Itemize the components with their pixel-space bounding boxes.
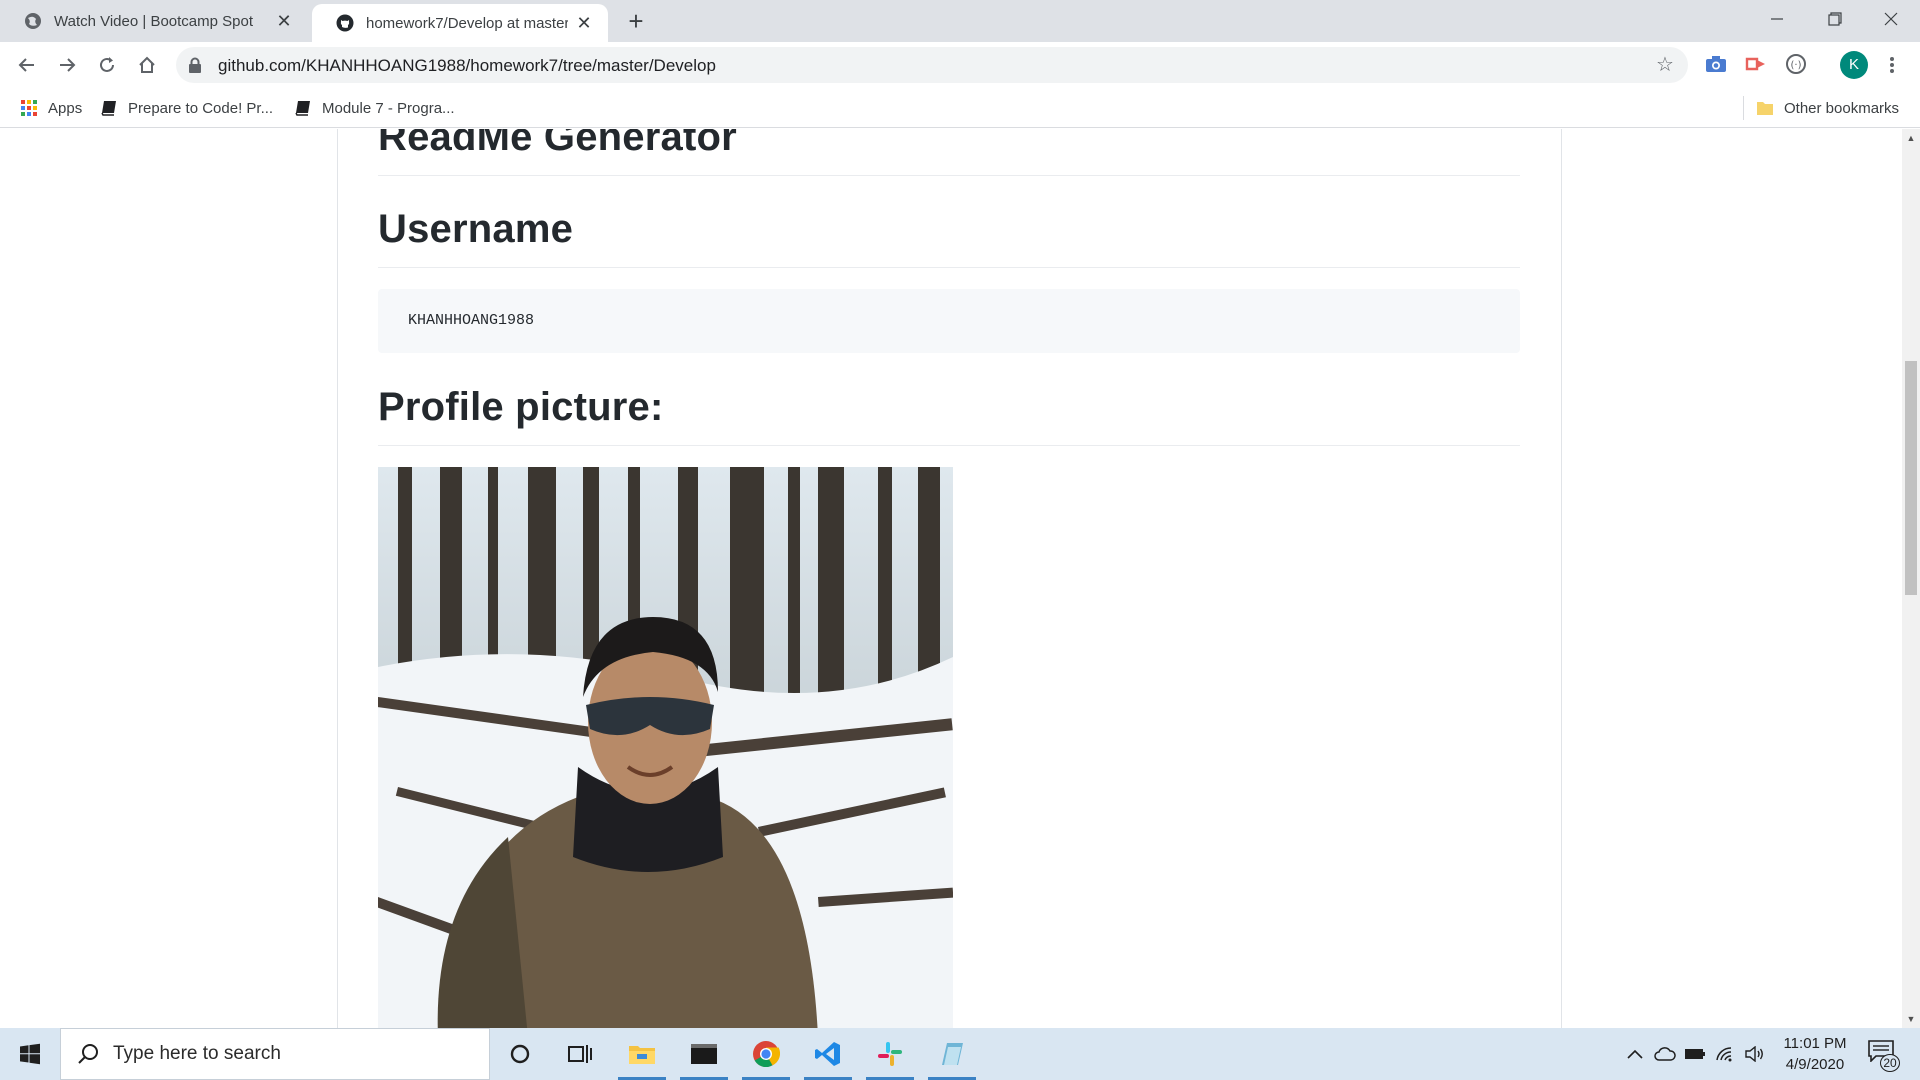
chrome-icon[interactable] [736, 1028, 796, 1080]
cast-extension-icon[interactable] [1744, 52, 1768, 76]
onedrive-icon[interactable] [1650, 1028, 1680, 1080]
browser-toolbar: github.com/KHANHHOANG1988/homework7/tree… [0, 42, 1920, 88]
other-bookmarks-label: Other bookmarks [1784, 99, 1900, 117]
bookmark-label: Module 7 - Progra... [322, 99, 455, 117]
windows-start-icon[interactable] [0, 1028, 60, 1080]
tab-strip: Watch Video | Bootcamp Spot ✕ homework7/… [0, 0, 1920, 42]
profile-picture [378, 467, 953, 1028]
task-view-icon[interactable] [550, 1028, 610, 1080]
github-icon [336, 14, 354, 32]
profile-avatar[interactable]: K [1840, 51, 1868, 79]
vscode-icon[interactable] [798, 1028, 858, 1080]
bookmark-label: Apps [48, 99, 83, 117]
heading-divider [378, 445, 1520, 446]
apps-grid-icon [21, 100, 37, 116]
scroll-down-icon[interactable]: ▼ [1906, 1014, 1916, 1024]
scrollbar-thumb[interactable] [1905, 361, 1917, 595]
page-scrollbar[interactable]: ▲ ▼ [1902, 129, 1920, 1028]
close-window-icon[interactable] [1862, 0, 1920, 38]
search-placeholder: Type here to search [113, 1043, 281, 1064]
readme-title: ReadMe Generator [378, 129, 737, 159]
bookmarks-bar: Apps Prepare to Code! Pr... Module 7 - P… [0, 88, 1920, 128]
bookmarks-divider [1743, 96, 1744, 120]
bookmark-apps[interactable]: Apps [20, 96, 82, 120]
page-viewport: ReadMe Generator Username KHANHHOANG1988… [0, 129, 1902, 1028]
book-icon [295, 101, 310, 116]
notepad-icon[interactable] [922, 1028, 982, 1080]
username-value: KHANHHOANG1988 [408, 312, 535, 329]
slack-icon[interactable] [860, 1028, 920, 1080]
url-text: github.com/KHANHHOANG1988/homework7/tree… [218, 56, 716, 75]
clock-date: 4/9/2020 [1785, 1056, 1845, 1073]
search-icon [78, 1044, 98, 1064]
close-tab-icon[interactable]: ✕ [574, 13, 594, 33]
home-icon[interactable] [132, 50, 162, 80]
browser-menu-icon[interactable] [1880, 52, 1904, 78]
terminal-icon[interactable] [674, 1028, 734, 1080]
cortana-icon[interactable] [490, 1028, 550, 1080]
new-tab-button[interactable]: + [622, 8, 650, 36]
username-heading: Username [378, 207, 574, 251]
back-icon[interactable] [12, 50, 42, 80]
tab-github[interactable]: homework7/Develop at master · KHANHHOANG… [312, 4, 608, 42]
heading-divider [378, 175, 1520, 176]
notification-count: 20 [1880, 1054, 1900, 1072]
svg-text:(·): (·) [1791, 60, 1802, 71]
taskbar-clock[interactable]: 11:01 PM 4/9/2020 [1770, 1033, 1860, 1075]
tab-bootcamp[interactable]: Watch Video | Bootcamp Spot ✕ [0, 0, 308, 42]
close-tab-icon[interactable]: ✕ [274, 11, 294, 31]
bookmark-prepare-to-code[interactable]: Prepare to Code! Pr... [100, 96, 273, 120]
wifi-icon[interactable] [1710, 1028, 1740, 1080]
battery-icon[interactable] [1680, 1028, 1710, 1080]
profile-picture-heading: Profile picture: [378, 385, 664, 429]
restore-icon[interactable] [1806, 0, 1864, 38]
notifications-icon[interactable]: 20 [1868, 1040, 1900, 1072]
camera-extension-icon[interactable] [1704, 52, 1728, 76]
minimize-icon[interactable] [1748, 0, 1806, 38]
username-code-block: KHANHHOANG1988 [378, 289, 1520, 353]
volume-icon[interactable] [1740, 1028, 1770, 1080]
forward-icon[interactable] [52, 50, 82, 80]
address-bar[interactable]: github.com/KHANHHOANG1988/homework7/tree… [176, 47, 1688, 83]
taskbar-search-input[interactable]: Type here to search [60, 1028, 490, 1080]
show-hidden-icons-icon[interactable] [1620, 1028, 1650, 1080]
bookmark-label: Prepare to Code! Pr... [128, 99, 274, 117]
other-bookmarks[interactable]: Other bookmarks [1756, 96, 1899, 120]
book-icon [101, 101, 116, 116]
folder-icon [1757, 102, 1773, 115]
clock-time: 11:01 PM [1783, 1035, 1847, 1052]
extension-icon[interactable]: (·) [1784, 52, 1808, 76]
file-explorer-icon[interactable] [612, 1028, 672, 1080]
tab-title: Watch Video | Bootcamp Spot [54, 12, 254, 30]
heading-divider [378, 267, 1520, 268]
tab-title: homework7/Develop at master · KHANHHOANG… [366, 14, 568, 32]
scroll-up-icon[interactable]: ▲ [1906, 133, 1916, 143]
bookmark-module-7[interactable]: Module 7 - Progra... [294, 96, 455, 120]
globe-icon [25, 13, 41, 29]
lock-icon [189, 57, 201, 73]
windows-taskbar: Type here to search 11:01 PM 4/9/2020 20 [0, 1028, 1920, 1080]
bookmark-star-icon[interactable]: ☆ [1654, 54, 1676, 76]
reload-icon[interactable] [92, 50, 122, 80]
